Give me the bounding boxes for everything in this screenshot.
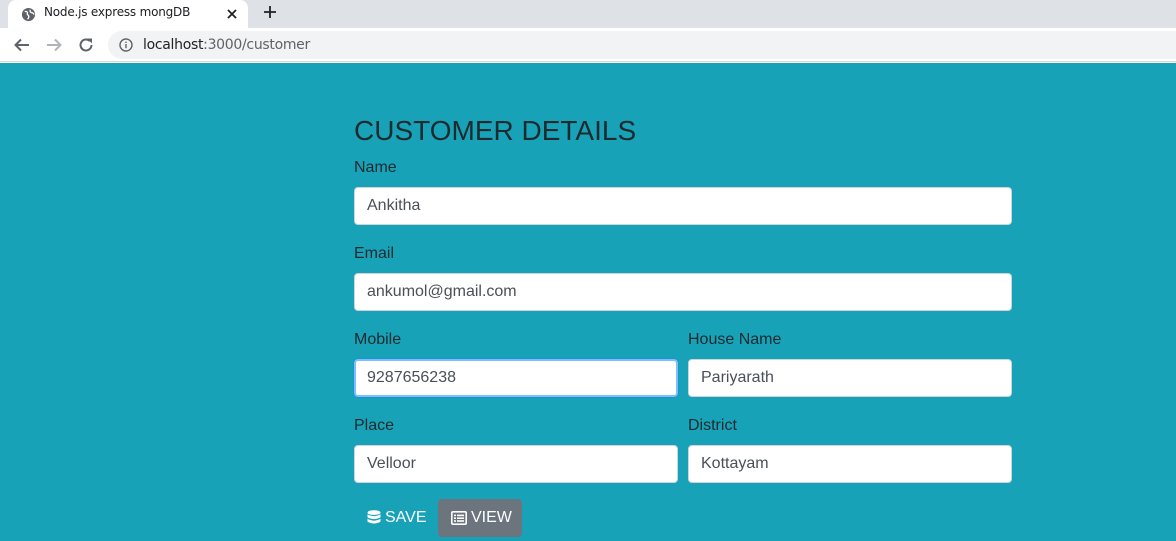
name-field[interactable] — [354, 187, 1012, 225]
forward-arrow-icon[interactable] — [45, 36, 63, 54]
place-field[interactable] — [354, 445, 678, 483]
back-arrow-icon[interactable] — [13, 36, 31, 54]
reload-icon[interactable] — [77, 36, 95, 54]
name-label: Name — [354, 159, 397, 176]
list-icon — [451, 511, 467, 525]
close-icon[interactable] — [224, 6, 240, 22]
url-path: :3000/customer — [203, 37, 310, 53]
save-button-label: SAVE — [385, 509, 427, 526]
info-icon[interactable] — [119, 38, 133, 52]
tab-title: Node.js express mongDB — [44, 5, 191, 19]
page-content: CUSTOMER DETAILS Name Email Mobile House… — [0, 63, 1176, 541]
view-button[interactable]: VIEW — [438, 499, 522, 537]
database-icon — [367, 510, 381, 524]
globe-icon — [21, 7, 36, 22]
plus-icon[interactable] — [261, 3, 279, 21]
email-field[interactable] — [354, 273, 1012, 311]
house-name-field[interactable] — [688, 359, 1012, 397]
address-bar[interactable]: localhost:3000/customer — [108, 31, 1176, 59]
district-label: District — [688, 417, 737, 434]
browser-tab[interactable]: Node.js express mongDB — [8, 0, 248, 28]
email-label: Email — [354, 245, 395, 262]
browser-toolbar: localhost:3000/customer — [0, 28, 1176, 62]
url-host: localhost — [143, 37, 204, 53]
url-text: localhost:3000/customer — [143, 37, 310, 53]
save-button[interactable]: SAVE — [356, 499, 434, 537]
mobile-field[interactable] — [354, 359, 678, 397]
view-button-label: VIEW — [471, 509, 512, 526]
tab-strip: Node.js express mongDB — [0, 0, 1176, 28]
page-title: CUSTOMER DETAILS — [354, 115, 637, 146]
mobile-label: Mobile — [354, 331, 402, 348]
place-label: Place — [354, 417, 395, 434]
district-field[interactable] — [688, 445, 1012, 483]
house-name-label: House Name — [688, 331, 782, 348]
